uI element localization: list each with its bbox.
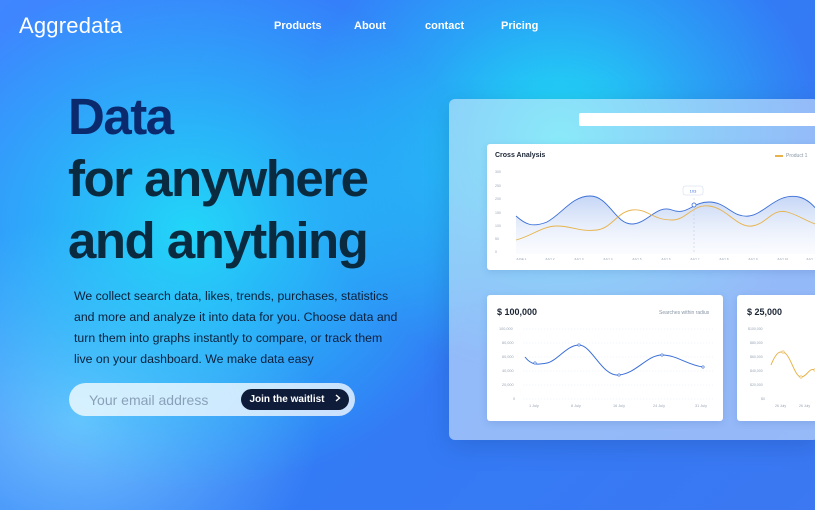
x-tick: 26 July [775, 404, 786, 408]
hero-heading: Data for anywhere and anything [68, 86, 369, 272]
y-tick: 20,000 [502, 383, 514, 387]
x-tick: 31 July [695, 404, 707, 408]
x-tick: JULY 3 [574, 257, 584, 261]
revenue-chart: 100,000 80,000 60,000 40,000 20,000 0 1 … [499, 327, 713, 408]
sales-x-ticks: 26 July 26 July [775, 404, 810, 408]
cross-analysis-card: Cross Analysis Product 1 300 250 200 150… [487, 144, 815, 270]
y-tick: 60,000 [502, 355, 514, 359]
join-button-label: Join the waitlist [249, 394, 325, 405]
cross-analysis-chart: 300 250 200 150 100 50 0 103 JUNE 1 JULY… [495, 170, 815, 261]
hero-description: We collect search data, likes, trends, p… [74, 289, 398, 366]
y-ticks: 300 250 200 150 100 50 0 [495, 170, 501, 254]
tooltip-point [691, 202, 697, 208]
hero-line-2: for anywhere [68, 150, 369, 207]
x-tick: 16 July [613, 404, 625, 408]
x-tick: JULY 6 [661, 257, 671, 261]
x-tick: 8 July [571, 404, 581, 408]
nav-about[interactable]: About [354, 20, 386, 32]
sales-card: $ 25,000 $100,000 $80,000 $60,000 $40,00… [737, 295, 815, 421]
x-tick: 1 July [529, 404, 539, 408]
revenue-gridlines [523, 328, 713, 400]
nav-pricing[interactable]: Pricing [501, 20, 538, 32]
y-tick: $60,000 [750, 355, 763, 359]
tooltip-value: 103 [690, 189, 697, 194]
y-tick: 250 [495, 184, 501, 188]
brand-logo[interactable]: Aggredata [19, 13, 122, 39]
y-tick: $40,000 [750, 369, 763, 373]
x-tick: JULY 5 [632, 257, 642, 261]
nav-contact[interactable]: contact [425, 20, 464, 32]
dashboard-preview: Cross Analysis Product 1 300 250 200 150… [449, 99, 815, 440]
x-tick: JULY [806, 257, 813, 261]
x-tick: JULY 8 [719, 257, 729, 261]
nav-products[interactable]: Products [274, 20, 322, 32]
y-tick: $100,000 [748, 327, 763, 331]
revenue-line [524, 344, 704, 376]
x-tick: JULY 4 [603, 257, 613, 261]
y-tick: 200 [495, 197, 501, 201]
y-tick: 100 [495, 224, 501, 228]
revenue-y-ticks: 100,000 80,000 60,000 40,000 20,000 0 [499, 327, 515, 401]
y-tick: 40,000 [502, 369, 514, 373]
y-tick: $20,000 [750, 383, 763, 387]
dashboard-search-bar [579, 113, 815, 126]
y-tick: $80,000 [750, 341, 763, 345]
y-tick: 300 [495, 170, 501, 174]
y-tick: 100,000 [499, 327, 513, 331]
revenue-card: $ 100,000 Searches within radius 100,000… [487, 295, 723, 421]
y-tick: 150 [495, 211, 501, 215]
x-tick: JULY 10 [777, 257, 789, 261]
chevron-right-icon [335, 394, 341, 405]
sales-y-ticks: $100,000 $80,000 $60,000 $40,000 $20,000… [748, 327, 765, 401]
join-waitlist-button[interactable]: Join the waitlist [241, 389, 349, 410]
sales-line [770, 351, 815, 378]
x-tick: 26 July [799, 404, 810, 408]
x-tick: JULY 2 [545, 257, 555, 261]
revenue-points [533, 343, 705, 377]
sales-chart: $100,000 $80,000 $60,000 $40,000 $20,000… [748, 327, 815, 408]
y-tick: 0 [495, 250, 497, 254]
hero-line-1: Data [68, 88, 174, 145]
revenue-x-ticks: 1 July 8 July 16 July 24 July 31 July [529, 404, 707, 408]
x-ticks: JUNE 1 JULY 2 JULY 3 JULY 4 JULY 5 JULY … [516, 257, 813, 261]
signup-form: Join the waitlist [69, 383, 355, 416]
hero-line-3: and anything [68, 212, 369, 269]
x-tick: JUNE 1 [516, 257, 527, 261]
email-input[interactable] [89, 392, 239, 408]
x-tick: JULY 9 [748, 257, 758, 261]
x-tick: 24 July [653, 404, 665, 408]
x-tick: JULY 7 [690, 257, 700, 261]
y-tick: $0 [761, 397, 765, 401]
y-tick: 50 [495, 237, 499, 241]
y-tick: 80,000 [502, 341, 514, 345]
y-tick: 0 [513, 397, 515, 401]
